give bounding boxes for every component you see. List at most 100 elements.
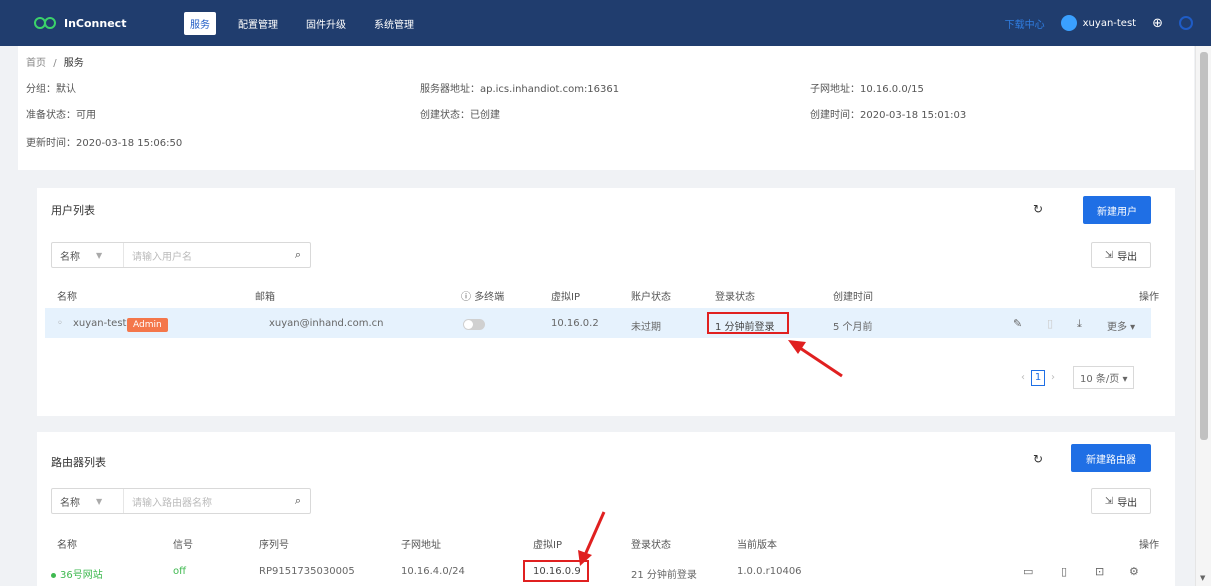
device-icon[interactable]: ⊡ [1095, 565, 1104, 578]
user-created-time: 5 个月前 [833, 322, 873, 333]
info-subnet: 子网地址：10.16.0.0/15 [810, 84, 924, 95]
info-server-address: 服务器地址：ap.ics.inhandiot.com:16361 [420, 84, 620, 95]
col-actions: 操作 [1139, 540, 1159, 551]
router-search-input[interactable]: 请输入路由器名称 [124, 494, 286, 509]
col-version: 当前版本 [737, 540, 777, 551]
router-list-title: 路由器列表 [51, 456, 106, 469]
export-label: 导出 [1117, 251, 1138, 263]
export-label: 导出 [1117, 497, 1138, 509]
search-icon[interactable]: ⌕ [286, 494, 310, 508]
user-virtual-ip: 10.16.0.2 [551, 318, 599, 329]
next-page-icon[interactable]: › [1051, 372, 1055, 383]
search-icon[interactable]: ⌕ [286, 248, 310, 262]
new-router-button[interactable]: 新建路由器 [1071, 444, 1151, 472]
user-search-group: 名称 ▼ 请输入用户名 ⌕ [51, 242, 311, 268]
breadcrumb-home[interactable]: 首页 [26, 58, 46, 69]
breadcrumb-separator: / [53, 58, 57, 69]
more-actions-dropdown[interactable]: 更多 ▾ [1107, 318, 1135, 333]
router-list-card: 路由器列表 ↻ 新建路由器 名称 ▼ 请输入路由器名称 ⌕ ⇲ 导出 名称 信号 序… [37, 432, 1175, 586]
breadcrumb-current: 服务 [63, 58, 84, 69]
scrollbar-thumb[interactable] [1200, 52, 1208, 440]
export-routers-button[interactable]: ⇲ 导出 [1091, 488, 1151, 514]
search-field-label: 名称 [60, 251, 80, 263]
refresh-icon[interactable]: ↻ [1033, 202, 1043, 216]
new-user-button[interactable]: 新建用户 [1083, 196, 1151, 224]
router-name[interactable]: 36号网站 [51, 566, 103, 581]
highlight-box [707, 312, 789, 334]
gear-icon[interactable]: ⚙ [1129, 565, 1139, 578]
help-icon[interactable] [1179, 16, 1193, 30]
multi-terminal-toggle[interactable] [463, 319, 485, 330]
col-login-state: 登录状态 [715, 292, 755, 303]
user-search-input[interactable]: 请输入用户名 [124, 248, 286, 263]
col-account-state: 账户状态 [631, 292, 671, 303]
col-multi-terminal: ⓘ 多终端 [461, 288, 504, 303]
export-icon: ⇲ [1104, 249, 1114, 261]
nav-item-config[interactable]: 配置管理 [232, 12, 284, 35]
info-updated-time: 更新时间：2020-03-18 15:06:50 [26, 138, 183, 149]
highlight-box [523, 560, 589, 582]
export-users-button[interactable]: ⇲ 导出 [1091, 242, 1151, 268]
router-login-state: 21 分钟前登录 [631, 570, 697, 581]
info-icon: ⓘ [461, 292, 475, 303]
top-nav: InConnect 服务 配置管理 固件升级 系统管理 下载中心 xuyan-t… [0, 0, 1211, 46]
info-ready-state: 准备状态：可用 [26, 110, 96, 121]
user-name: xuyan-test [73, 318, 127, 329]
user-email: xuyan@inhand.com.cn [269, 318, 384, 329]
edit-icon[interactable]: ✎ [1013, 317, 1022, 330]
chevron-down-icon: ▼ [96, 496, 103, 506]
router-search-group: 名称 ▼ 请输入路由器名称 ⌕ [51, 488, 311, 514]
pagination: ‹ 1 › 10 条/页 ▾ [1015, 366, 1135, 389]
export-icon: ⇲ [1104, 495, 1114, 507]
online-dot-icon [51, 572, 56, 578]
user-search-field-select[interactable]: 名称 ▼ [52, 243, 124, 267]
col-multi-terminal-label: 多终端 [474, 292, 505, 303]
col-subnet: 子网地址 [401, 540, 441, 551]
chevron-down-icon: ▼ [96, 250, 103, 260]
router-serial: RP9151735030005 [259, 566, 355, 577]
page-current[interactable]: 1 [1031, 369, 1045, 386]
col-serial: 序列号 [259, 540, 289, 551]
chevron-down-icon: ▾ [1127, 322, 1136, 333]
delete-icon[interactable]: ▯ [1047, 317, 1053, 330]
prev-page-icon[interactable]: ‹ [1021, 372, 1025, 383]
globe-icon[interactable]: ⊕ [1152, 16, 1163, 31]
download-icon[interactable]: ⤓ [1077, 317, 1082, 331]
brand-logo[interactable]: InConnect [34, 17, 184, 30]
nav-item-firmware[interactable]: 固件升级 [300, 12, 352, 35]
info-group: 分组：默认 [26, 84, 76, 95]
user-account-state: 未过期 [631, 322, 661, 333]
avatar[interactable] [1060, 15, 1077, 31]
admin-tag: Admin [127, 318, 168, 332]
more-label: 更多 [1107, 322, 1127, 333]
download-center-link[interactable]: 下载中心 [1005, 16, 1045, 31]
nav-item-system[interactable]: 系统管理 [368, 12, 420, 35]
delete-icon[interactable]: ▯ [1061, 565, 1067, 578]
vertical-scrollbar[interactable]: ▼ [1195, 46, 1211, 586]
router-search-field-select[interactable]: 名称 ▼ [52, 489, 124, 513]
service-info-panel: 首页 / 服务 分组：默认 准备状态：可用 更新时间：2020-03-18 15… [18, 46, 1194, 170]
info-create-state: 创建状态：已创建 [420, 110, 500, 121]
col-email: 邮箱 [255, 292, 275, 303]
col-actions: 操作 [1139, 292, 1159, 303]
monitor-icon[interactable]: ▭ [1023, 565, 1033, 578]
col-login-state: 登录状态 [631, 540, 671, 551]
brand-name: InConnect [64, 16, 127, 30]
col-virtual-ip: 虚拟IP [533, 540, 562, 551]
col-signal: 信号 [173, 540, 193, 551]
user-list-title: 用户列表 [51, 204, 95, 217]
col-name: 名称 [57, 540, 77, 551]
col-virtual-ip: 虚拟IP [551, 292, 580, 303]
user-avatar-icon: ◦ [57, 318, 63, 329]
username[interactable]: xuyan-test [1083, 18, 1136, 29]
user-list-card: 用户列表 ↻ 新建用户 名称 ▼ 请输入用户名 ⌕ ⇲ 导出 名称 邮箱 ⓘ 多终端… [37, 188, 1175, 416]
refresh-icon[interactable]: ↻ [1033, 452, 1043, 466]
page-size-select[interactable]: 10 条/页 ▾ [1073, 366, 1135, 389]
info-created-time: 创建时间：2020-03-18 15:01:03 [810, 110, 967, 121]
router-subnet: 10.16.4.0/24 [401, 566, 465, 577]
col-created-time: 创建时间 [833, 292, 873, 303]
nav-item-service[interactable]: 服务 [184, 11, 216, 35]
chevron-down-icon: ▾ [1119, 374, 1128, 385]
page-size-label: 10 条/页 [1080, 374, 1120, 385]
scroll-down-icon[interactable]: ▼ [1200, 574, 1205, 582]
